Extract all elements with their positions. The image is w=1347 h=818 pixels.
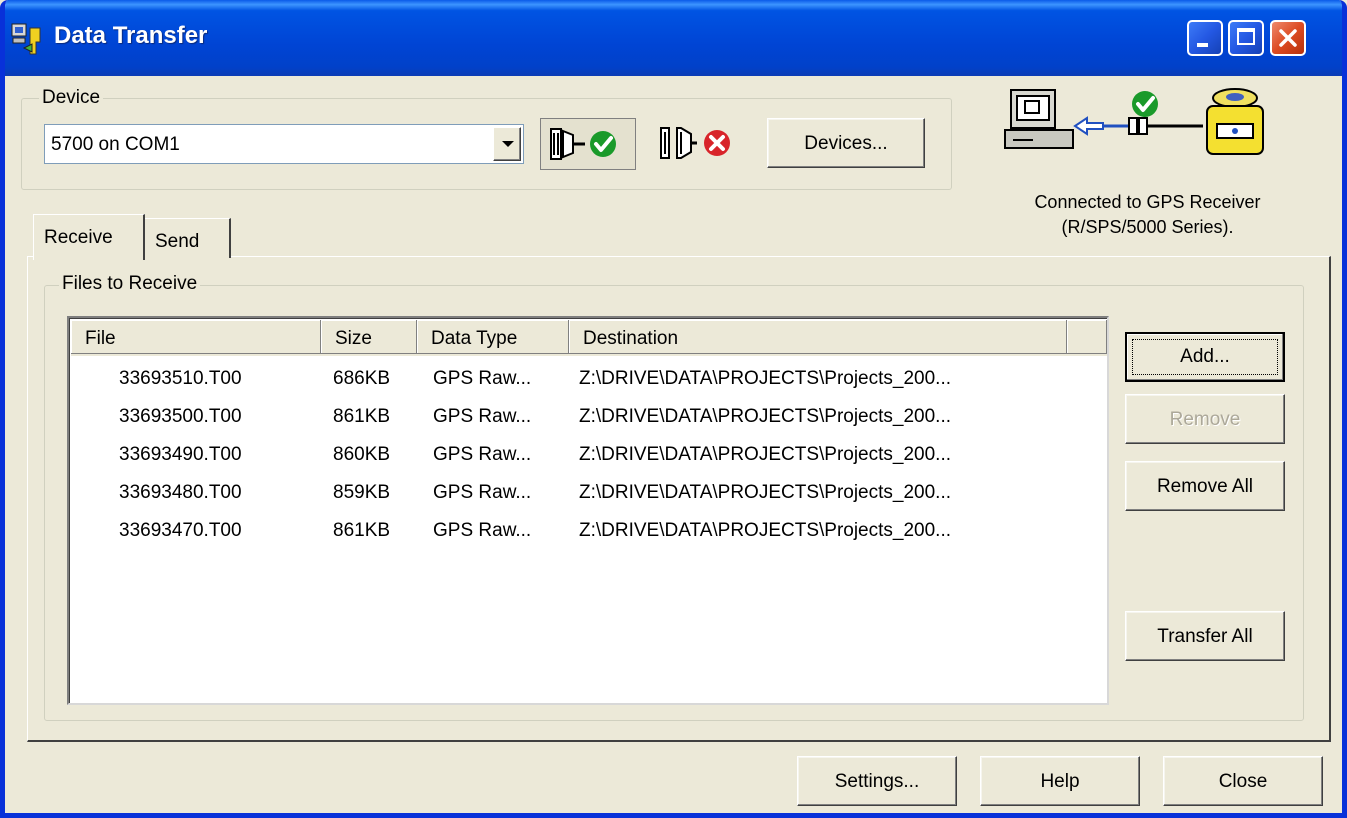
close-button[interactable]: Close (1163, 756, 1323, 806)
file-name: 33693500.T00 (119, 406, 242, 427)
column-header-filler (1067, 320, 1107, 354)
remove-all-button-label: Remove All (1156, 476, 1254, 497)
file-name: 33693470.T00 (119, 520, 242, 541)
file-data-type: GPS Raw... (433, 406, 532, 427)
table-row[interactable]: 33693470.T00 861KB GPS Raw... Z:\DRIVE\D… (71, 510, 1071, 548)
data-transfer-window: Data Transfer Device 5700 on COM1 Device… (0, 0, 1347, 818)
devices-button[interactable]: Devices... (767, 118, 925, 168)
file-name: 33693480.T00 (119, 482, 242, 503)
remove-all-button[interactable]: Remove All (1125, 461, 1285, 511)
file-size: 861KB (333, 406, 391, 427)
add-button-label: Add... (1180, 346, 1230, 367)
connection-status-text: Connected to GPS Receiver (R/SPS/5000 Se… (975, 190, 1320, 240)
file-data-type: GPS Raw... (433, 482, 532, 503)
file-size: 860KB (333, 444, 391, 465)
window-title: Data Transfer (54, 22, 208, 49)
transfer-all-button-label: Transfer All (1157, 626, 1253, 647)
files-list[interactable]: File Size Data Type Destination 33693510… (67, 316, 1109, 705)
minimize-button[interactable] (1187, 20, 1223, 56)
remove-button[interactable]: Remove (1125, 394, 1285, 444)
file-data-type: GPS Raw... (433, 520, 532, 541)
connect-button[interactable] (540, 118, 636, 170)
file-destination: Z:\DRIVE\DATA\PROJECTS\Projects_200... (579, 520, 952, 541)
column-header-data-type-label: Data Type (431, 328, 518, 349)
device-select[interactable]: 5700 on COM1 (44, 124, 524, 164)
title-bar[interactable]: Data Transfer (5, 0, 1342, 76)
remove-button-label: Remove (1169, 409, 1241, 430)
files-to-receive-label: Files to Receive (59, 273, 201, 295)
close-icon (1279, 29, 1297, 47)
settings-button-label: Settings... (834, 771, 920, 792)
file-destination: Z:\DRIVE\DATA\PROJECTS\Projects_200... (579, 406, 952, 427)
connect-plug-check-icon (550, 128, 616, 160)
column-header-size-label: Size (335, 328, 372, 349)
devices-button-label: Devices... (804, 133, 888, 154)
table-row[interactable]: 33693480.T00 859KB GPS Raw... Z:\DRIVE\D… (71, 472, 1071, 510)
transfer-all-button[interactable]: Transfer All (1125, 611, 1285, 661)
file-data-type: GPS Raw... (433, 368, 532, 389)
file-name: 33693510.T00 (119, 368, 242, 389)
file-destination: Z:\DRIVE\DATA\PROJECTS\Projects_200... (579, 444, 952, 465)
tab-receive[interactable]: Receive (33, 214, 145, 260)
table-row[interactable]: 33693490.T00 860KB GPS Raw... Z:\DRIVE\D… (71, 434, 1071, 472)
device-select-value: 5700 on COM1 (51, 134, 180, 155)
file-destination: Z:\DRIVE\DATA\PROJECTS\Projects_200... (579, 482, 952, 503)
file-size: 686KB (333, 368, 391, 389)
file-data-type: GPS Raw... (433, 444, 532, 465)
column-header-file-label: File (85, 328, 116, 349)
table-row[interactable]: 33693500.T00 861KB GPS Raw... Z:\DRIVE\D… (71, 396, 1071, 434)
help-button[interactable]: Help (980, 756, 1140, 806)
files-list-header: File Size Data Type Destination (71, 320, 1107, 356)
connection-status-icon (1004, 88, 1264, 155)
disconnect-button[interactable] (653, 118, 749, 170)
file-size: 859KB (333, 482, 391, 503)
column-header-size[interactable]: Size (321, 320, 417, 354)
column-header-file[interactable]: File (71, 320, 321, 354)
tab-send[interactable]: Send (145, 218, 231, 258)
connection-status-line-1: Connected to GPS Receiver (1034, 192, 1261, 212)
column-header-destination[interactable]: Destination (569, 320, 1067, 354)
device-group-label: Device (39, 87, 104, 109)
help-button-label: Help (1040, 771, 1080, 792)
column-header-destination-label: Destination (583, 328, 679, 349)
maximize-button[interactable] (1228, 20, 1264, 56)
close-window-button[interactable] (1270, 20, 1306, 56)
file-size: 861KB (333, 520, 391, 541)
settings-button[interactable]: Settings... (797, 756, 957, 806)
close-button-label: Close (1218, 771, 1268, 792)
column-header-data-type[interactable]: Data Type (417, 320, 569, 354)
tab-send-label: Send (155, 231, 200, 252)
add-button[interactable]: Add... (1125, 332, 1285, 382)
disconnect-plug-x-icon (660, 127, 730, 159)
table-row[interactable]: 33693510.T00 686KB GPS Raw... Z:\DRIVE\D… (71, 358, 1071, 396)
file-name: 33693490.T00 (119, 444, 242, 465)
connection-status-line-2: (R/SPS/5000 Series). (1061, 217, 1234, 237)
data-transfer-app-icon (11, 23, 41, 55)
device-dropdown-arrow-button[interactable] (493, 127, 521, 161)
file-destination: Z:\DRIVE\DATA\PROJECTS\Projects_200... (579, 368, 952, 389)
tab-receive-label: Receive (44, 227, 113, 248)
